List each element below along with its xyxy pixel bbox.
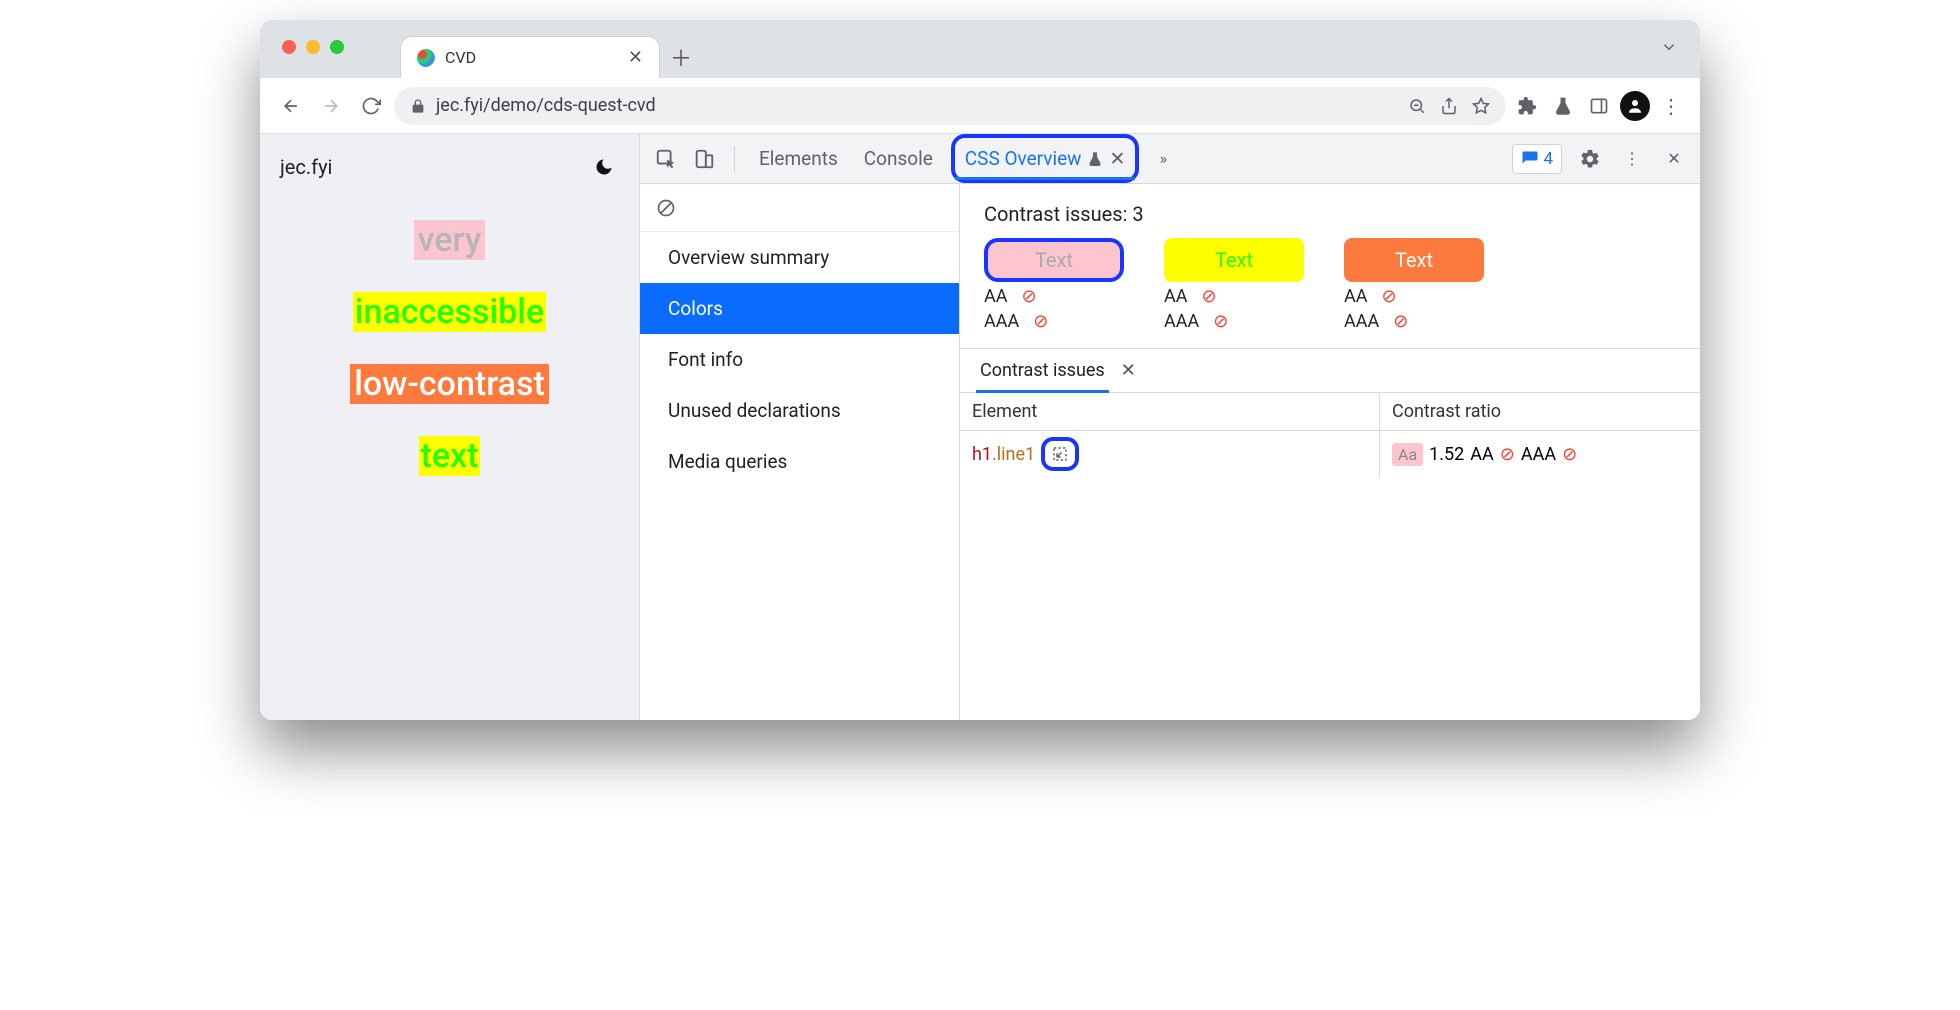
- tab-css-overview[interactable]: CSS Overview ✕: [951, 134, 1140, 183]
- swatch-3[interactable]: Text AA⊘ AAA⊘: [1344, 238, 1484, 332]
- tab-close-icon[interactable]: ✕: [628, 47, 643, 68]
- address-bar[interactable]: jec.fyi/demo/cds-quest-cvd: [394, 87, 1506, 125]
- favicon-icon: [417, 49, 435, 67]
- tab-elements[interactable]: Elements: [751, 134, 846, 183]
- zoom-icon[interactable]: [1408, 97, 1426, 115]
- minimize-window-icon[interactable]: [306, 40, 320, 54]
- tab-title: CVD: [445, 48, 618, 67]
- demo-word-3: low-contrast: [350, 364, 549, 404]
- content-area: jec.fyi very inaccessible low-contrast t…: [260, 134, 1700, 720]
- sidebar-item-colors[interactable]: Colors: [640, 283, 959, 334]
- profile-avatar[interactable]: [1620, 91, 1650, 121]
- devtools-body: Overview summary Colors Font info Unused…: [640, 184, 1700, 720]
- demo-word-4: text: [419, 436, 481, 476]
- labs-icon[interactable]: [1548, 91, 1578, 121]
- devtools-close-icon[interactable]: ✕: [1660, 145, 1688, 173]
- panel-icon[interactable]: [1584, 91, 1614, 121]
- sidebar-item-media[interactable]: Media queries: [640, 436, 959, 487]
- element-code: h1.line1: [972, 444, 1035, 465]
- ban-icon: ⊘: [1033, 311, 1048, 332]
- devtools-right: 4 ⋮ ✕: [1512, 144, 1688, 174]
- contrast-issues-heading: Contrast issues: 3: [960, 184, 1700, 238]
- ban-icon: ⊘: [1562, 444, 1577, 465]
- scroll-into-view-icon[interactable]: [1041, 437, 1079, 471]
- sidebar-item-overview[interactable]: Overview summary: [640, 232, 959, 283]
- swatch-chip-2[interactable]: Text: [1164, 238, 1304, 282]
- tab-close-icon[interactable]: ✕: [1109, 147, 1125, 170]
- toolbar: jec.fyi/demo/cds-quest-cvd ⋮: [260, 78, 1700, 134]
- demo-word-1: very: [414, 220, 486, 260]
- ban-icon: ⊘: [1381, 286, 1396, 307]
- back-button[interactable]: [274, 89, 308, 123]
- device-icon[interactable]: [690, 145, 718, 173]
- new-tab-button[interactable]: ＋: [660, 36, 702, 78]
- extensions-icon[interactable]: [1512, 91, 1542, 121]
- lower-tab-contrast[interactable]: Contrast issues: [976, 349, 1109, 392]
- ban-icon: ⊘: [1393, 311, 1408, 332]
- col-element: Element: [960, 393, 1380, 430]
- cssoverview-main: Contrast issues: 3 Text AA⊘ AAA⊘ Text AA…: [960, 184, 1700, 720]
- theme-toggle[interactable]: [589, 152, 619, 182]
- tab-console[interactable]: Console: [856, 134, 941, 183]
- tabs-dropdown-icon[interactable]: [1660, 38, 1678, 56]
- swatch-2[interactable]: Text AA⊘ AAA⊘: [1164, 238, 1304, 332]
- ban-icon: ⊘: [1213, 311, 1228, 332]
- separator: [734, 146, 735, 172]
- devtools-tabbar: Elements Console CSS Overview ✕ » 4: [640, 134, 1700, 184]
- clear-icon[interactable]: [640, 184, 959, 232]
- site-label: jec.fyi: [280, 155, 332, 179]
- reload-button[interactable]: [354, 89, 388, 123]
- ban-icon: ⊘: [1500, 444, 1515, 465]
- page-body: very inaccessible low-contrast text: [260, 200, 639, 720]
- bookmark-icon[interactable]: [1472, 97, 1490, 115]
- col-ratio: Contrast ratio: [1380, 393, 1700, 430]
- kebab-icon[interactable]: ⋮: [1618, 145, 1646, 173]
- settings-icon[interactable]: [1576, 145, 1604, 173]
- sidebar-item-font[interactable]: Font info: [640, 334, 959, 385]
- url-text: jec.fyi/demo/cds-quest-cvd: [436, 95, 656, 116]
- inspect-icon[interactable]: [652, 145, 680, 173]
- contrast-issues-panel: Contrast issues ✕ Element Contrast ratio…: [960, 348, 1700, 720]
- rendered-page: jec.fyi very inaccessible low-contrast t…: [260, 134, 640, 720]
- maximize-window-icon[interactable]: [330, 40, 344, 54]
- devtools: Elements Console CSS Overview ✕ » 4: [640, 134, 1700, 720]
- sidebar-item-unused[interactable]: Unused declarations: [640, 385, 959, 436]
- forward-button[interactable]: [314, 89, 348, 123]
- browser-window: CVD ✕ ＋ jec.fyi/demo/cds-quest-cvd: [260, 20, 1700, 720]
- close-window-icon[interactable]: [282, 40, 296, 54]
- ban-icon: ⊘: [1201, 286, 1216, 307]
- cell-ratio: Aa 1.52 AA ⊘ AAA ⊘: [1380, 431, 1700, 477]
- lower-tab-close-icon[interactable]: ✕: [1121, 360, 1136, 381]
- swatch-1[interactable]: Text AA⊘ AAA⊘: [984, 238, 1124, 332]
- lower-tabbar: Contrast issues ✕: [960, 349, 1700, 393]
- flask-icon: [1087, 151, 1103, 167]
- issues-badge[interactable]: 4: [1512, 144, 1562, 174]
- menu-icon[interactable]: ⋮: [1656, 91, 1686, 121]
- share-icon[interactable]: [1440, 97, 1458, 115]
- window-controls: [282, 40, 344, 54]
- swatch-chip-3[interactable]: Text: [1344, 238, 1484, 282]
- table-row[interactable]: h1.line1 Aa 1.52 AA ⊘: [960, 431, 1700, 477]
- cell-element: h1.line1: [960, 431, 1380, 477]
- demo-word-2: inaccessible: [353, 292, 546, 332]
- message-icon: [1521, 150, 1539, 168]
- swatch-chip-1[interactable]: Text: [984, 238, 1124, 282]
- titlebar: CVD ✕ ＋: [260, 20, 1700, 78]
- browser-tab[interactable]: CVD ✕: [400, 36, 660, 78]
- ban-icon: ⊘: [1021, 286, 1036, 307]
- contrast-swatches: Text AA⊘ AAA⊘ Text AA⊘ AAA⊘ Text AA⊘: [960, 238, 1700, 348]
- cssoverview-sidebar: Overview summary Colors Font info Unused…: [640, 184, 960, 720]
- lock-icon: [410, 98, 426, 114]
- aa-sample: Aa: [1392, 443, 1423, 466]
- page-header: jec.fyi: [260, 134, 639, 200]
- table-header: Element Contrast ratio: [960, 393, 1700, 431]
- more-tabs-icon[interactable]: »: [1149, 145, 1177, 173]
